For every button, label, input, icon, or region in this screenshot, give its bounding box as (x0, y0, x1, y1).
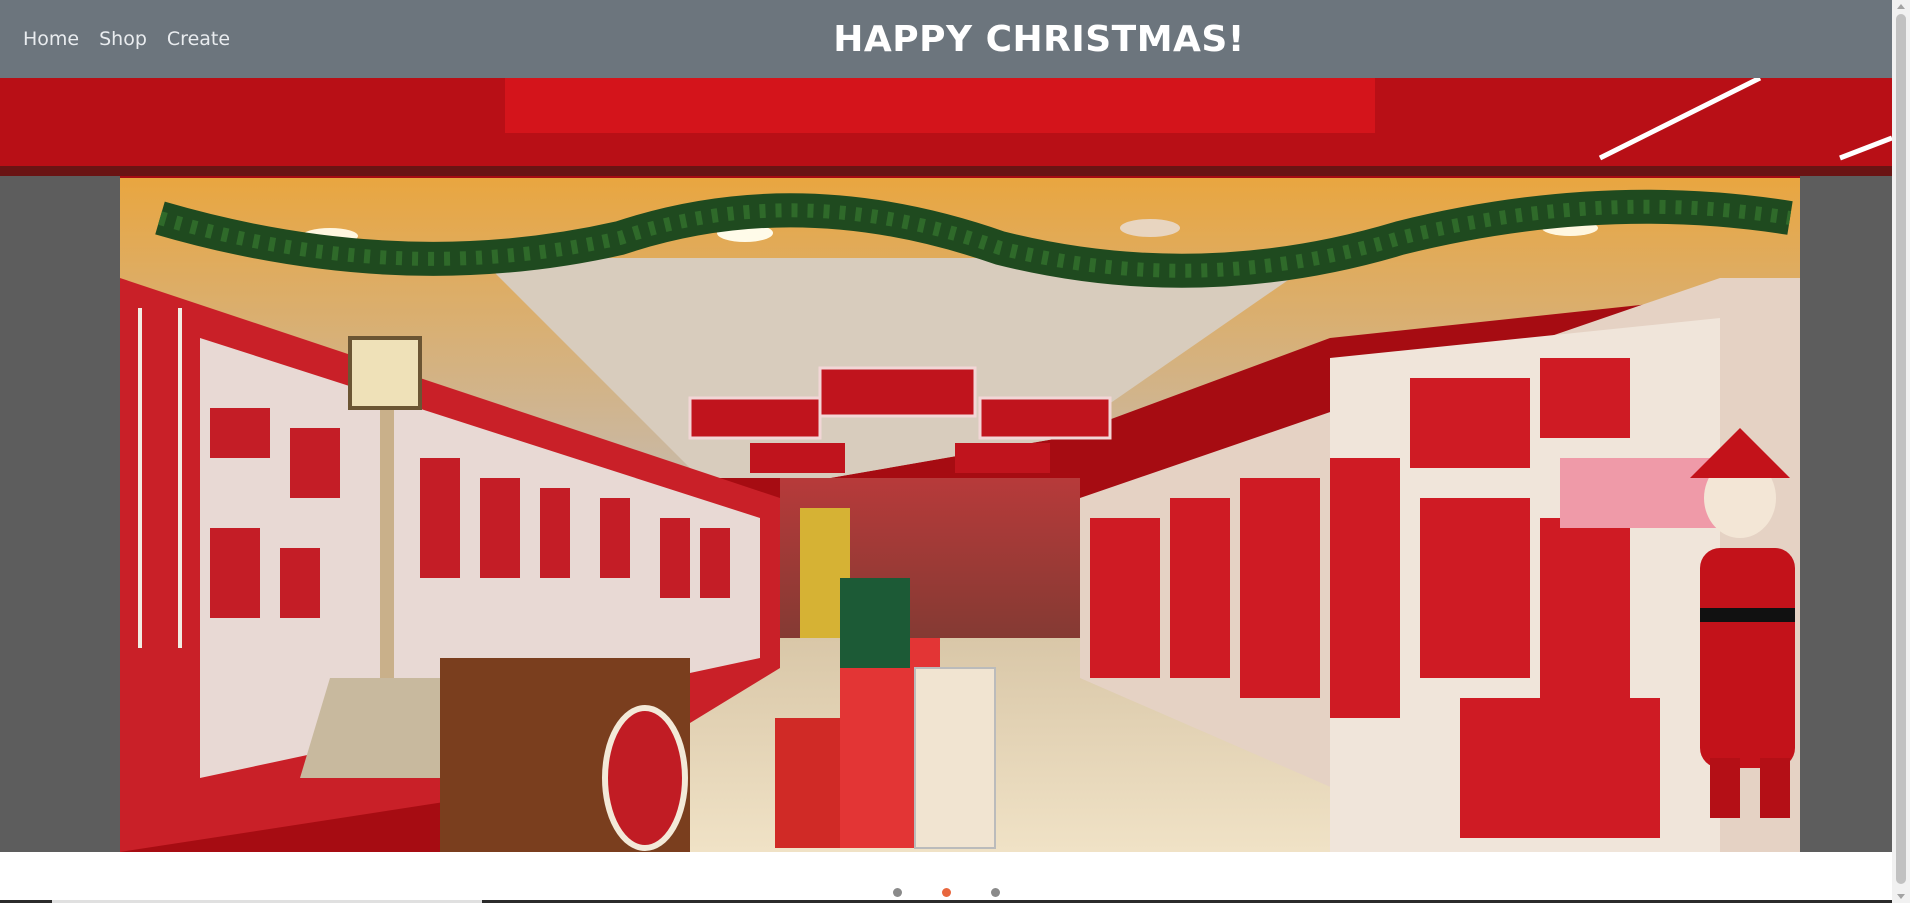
scroll-up-icon[interactable] (1897, 4, 1905, 9)
page-title: HAPPY CHRISTMAS! (833, 18, 1245, 60)
carousel-indicator-3[interactable] (990, 887, 1000, 897)
vertical-scrollbar[interactable] (1892, 0, 1910, 903)
nav-link-shop[interactable]: Shop (99, 28, 147, 50)
carousel[interactable] (0, 78, 1892, 852)
nav-links: Home Shop Create (23, 0, 250, 78)
scrollbar-thumb[interactable] (1896, 14, 1906, 884)
carousel-indicator-1[interactable] (892, 887, 902, 897)
carousel-indicators (0, 886, 1892, 898)
scroll-down-icon[interactable] (1897, 894, 1905, 899)
nav-link-home[interactable]: Home (23, 28, 79, 50)
carousel-slide-image (0, 78, 1892, 852)
carousel-indicator-2[interactable] (941, 887, 951, 897)
nav-link-create[interactable]: Create (167, 28, 230, 50)
